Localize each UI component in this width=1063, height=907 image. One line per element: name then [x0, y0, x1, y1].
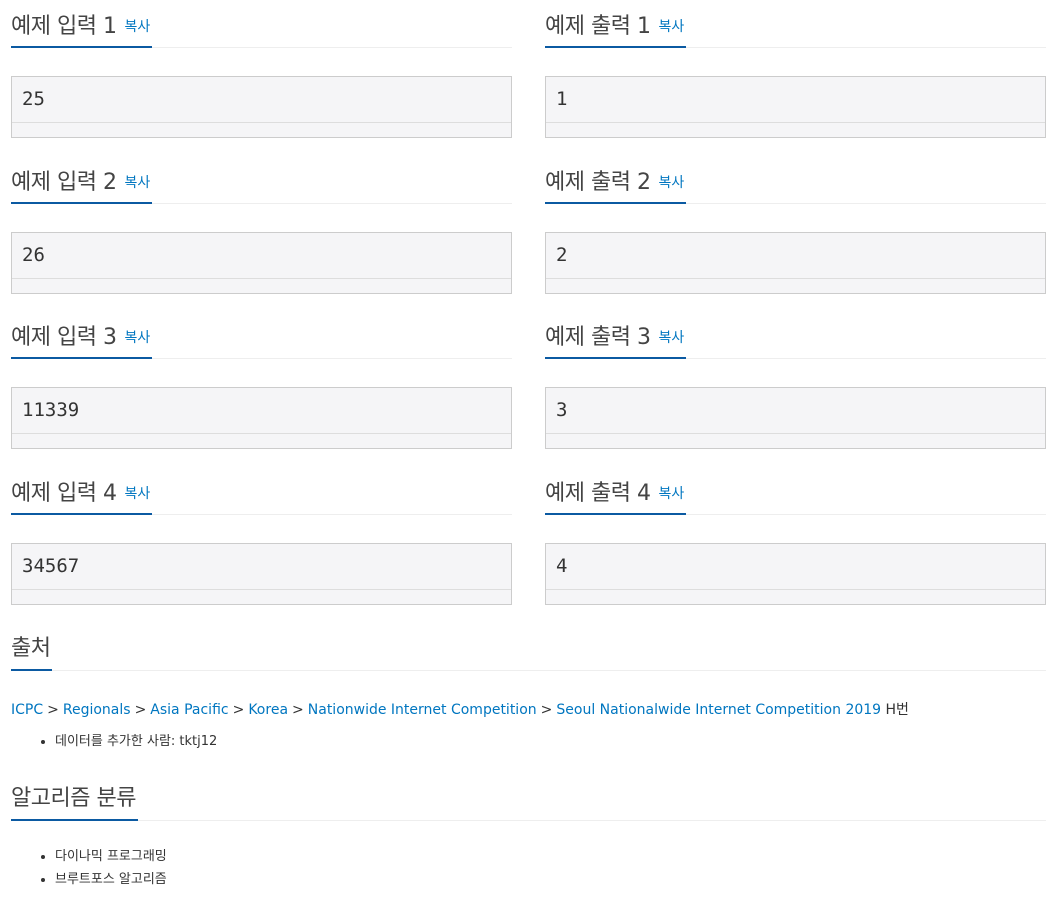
source-link-contest[interactable]: Seoul Nationalwide Internet Competition … [556, 702, 881, 718]
sample-input-3: 예제 입력 3 복사 11339 [11, 311, 512, 467]
sample-output-4-title: 예제 출력 4 [545, 480, 651, 506]
sample-output-2-box[interactable]: 2 [545, 231, 1046, 294]
sample-input-1-title: 예제 입력 1 [11, 14, 117, 39]
horizontal-scrollbar[interactable] [546, 433, 1045, 448]
sample-input-1-headline: 예제 입력 1 복사 [11, 2, 153, 48]
sample-output-3-title: 예제 출력 3 [545, 325, 651, 350]
copy-button[interactable]: 복사 [658, 327, 684, 347]
sample-output-4-box[interactable]: 4 [545, 542, 1046, 605]
sample-output-2-value: 2 [556, 243, 568, 266]
horizontal-scrollbar[interactable] [546, 588, 1045, 604]
sample-output-3-header: 예제 출력 3 복사 [545, 311, 1046, 359]
problem-index-label: H번 [885, 702, 909, 718]
breadcrumb-separator: > [47, 702, 59, 718]
sample-input-4-value: 34567 [22, 554, 80, 577]
data-added-by: 데이터를 추가한 사람: tktj12 [55, 730, 217, 753]
sample-input-2-headline: 예제 입력 2 복사 [11, 158, 153, 204]
breadcrumb-separator: > [292, 702, 304, 718]
sample-output-2-headline: 예제 출력 2 복사 [545, 158, 687, 204]
algorithm-title: 알고리즘 분류 [11, 786, 136, 811]
source-headline: 출처 [11, 623, 53, 671]
horizontal-scrollbar[interactable] [546, 122, 1045, 137]
sample-input-1-header: 예제 입력 1 복사 [11, 0, 512, 48]
sample-input-3-header: 예제 입력 3 복사 [11, 311, 512, 359]
sample-input-4-title: 예제 입력 4 [11, 480, 117, 506]
copy-button[interactable]: 복사 [658, 483, 684, 503]
sample-output-4-header: 예제 출력 4 복사 [545, 467, 1046, 515]
sample-output-2-title: 예제 출력 2 [545, 169, 651, 195]
source-link-nationwide[interactable]: Nationwide Internet Competition [308, 702, 537, 718]
copy-button[interactable]: 복사 [124, 483, 150, 503]
copy-button[interactable]: 복사 [124, 172, 150, 192]
sample-output-3-box[interactable]: 3 [545, 387, 1046, 449]
sample-output-1-header: 예제 출력 1 복사 [545, 0, 1046, 48]
sample-output-1-title: 예제 출력 1 [545, 14, 651, 39]
algorithm-header: 알고리즘 분류 [11, 772, 1046, 821]
source-title: 출처 [11, 636, 51, 661]
sample-input-4-box[interactable]: 34567 [11, 542, 512, 605]
horizontal-scrollbar[interactable] [12, 277, 511, 293]
source-link-korea[interactable]: Korea [248, 702, 288, 718]
sample-input-2-title: 예제 입력 2 [11, 169, 117, 195]
sample-output-2-header: 예제 출력 2 복사 [545, 156, 1046, 204]
sample-input-4-headline: 예제 입력 4 복사 [11, 469, 153, 515]
sample-grid: 예제 입력 1 복사 25 예제 출력 1 복사 1 예제 입력 2 복사 26… [11, 0, 1046, 622]
source-section: 출처 [11, 622, 1046, 671]
sample-output-1-headline: 예제 출력 1 복사 [545, 2, 687, 48]
sample-input-4-header: 예제 입력 4 복사 [11, 467, 512, 515]
sample-input-3-value: 11339 [22, 399, 80, 421]
sample-output-1-box[interactable]: 1 [545, 76, 1046, 138]
horizontal-scrollbar[interactable] [546, 277, 1045, 293]
sample-input-1: 예제 입력 1 복사 25 [11, 0, 512, 156]
copy-button[interactable]: 복사 [658, 172, 684, 192]
sample-input-2: 예제 입력 2 복사 26 [11, 156, 512, 312]
breadcrumb-separator: > [134, 702, 147, 718]
breadcrumb-separator: > [540, 702, 553, 718]
sample-output-4-value: 4 [556, 554, 568, 577]
sample-output-3-value: 3 [556, 399, 568, 421]
sample-input-3-box[interactable]: 11339 [11, 387, 512, 449]
copy-button[interactable]: 복사 [124, 16, 150, 36]
sample-input-3-headline: 예제 입력 3 복사 [11, 313, 153, 359]
sample-input-1-box[interactable]: 25 [11, 76, 512, 138]
sample-output-3: 예제 출력 3 복사 3 [545, 311, 1046, 467]
horizontal-scrollbar[interactable] [12, 122, 511, 137]
source-meta-list: 데이터를 추가한 사람: tktj12 [11, 730, 217, 753]
sample-output-1: 예제 출력 1 복사 1 [545, 0, 1046, 156]
copy-button[interactable]: 복사 [658, 16, 684, 36]
source-link-icpc[interactable]: ICPC [11, 702, 43, 718]
source-link-asia-pacific[interactable]: Asia Pacific [150, 702, 228, 718]
sample-input-3-title: 예제 입력 3 [11, 325, 117, 350]
problem-page: 예제 입력 1 복사 25 예제 출력 1 복사 1 예제 입력 2 복사 26… [0, 0, 1063, 907]
sample-input-2-header: 예제 입력 2 복사 [11, 156, 512, 204]
breadcrumb-separator: > [232, 702, 245, 718]
source-link-regionals[interactable]: Regionals [63, 702, 131, 718]
source-breadcrumb: ICPC > Regionals > Asia Pacific > Korea > Nation… [11, 699, 909, 719]
algorithm-section: 알고리즘 분류 [11, 772, 1046, 821]
sample-input-2-box[interactable]: 26 [11, 231, 512, 294]
sample-input-1-value: 25 [22, 88, 45, 110]
copy-button[interactable]: 복사 [124, 327, 150, 347]
algorithm-tag[interactable]: 다이나믹 프로그래밍 [55, 845, 167, 868]
algorithm-headline: 알고리즘 분류 [11, 773, 138, 821]
algorithm-tag[interactable]: 브루트포스 알고리즘 [55, 868, 167, 891]
sample-input-4: 예제 입력 4 복사 34567 [11, 467, 512, 623]
sample-output-4: 예제 출력 4 복사 4 [545, 467, 1046, 623]
horizontal-scrollbar[interactable] [12, 588, 511, 604]
sample-output-3-headline: 예제 출력 3 복사 [545, 313, 687, 359]
source-header: 출처 [11, 622, 1046, 671]
sample-output-1-value: 1 [556, 88, 568, 110]
algorithm-list: 다이나믹 프로그래밍 브루트포스 알고리즘 [11, 845, 167, 891]
sample-output-2: 예제 출력 2 복사 2 [545, 156, 1046, 312]
sample-output-4-headline: 예제 출력 4 복사 [545, 469, 687, 515]
horizontal-scrollbar[interactable] [12, 433, 511, 448]
sample-input-2-value: 26 [22, 243, 45, 266]
